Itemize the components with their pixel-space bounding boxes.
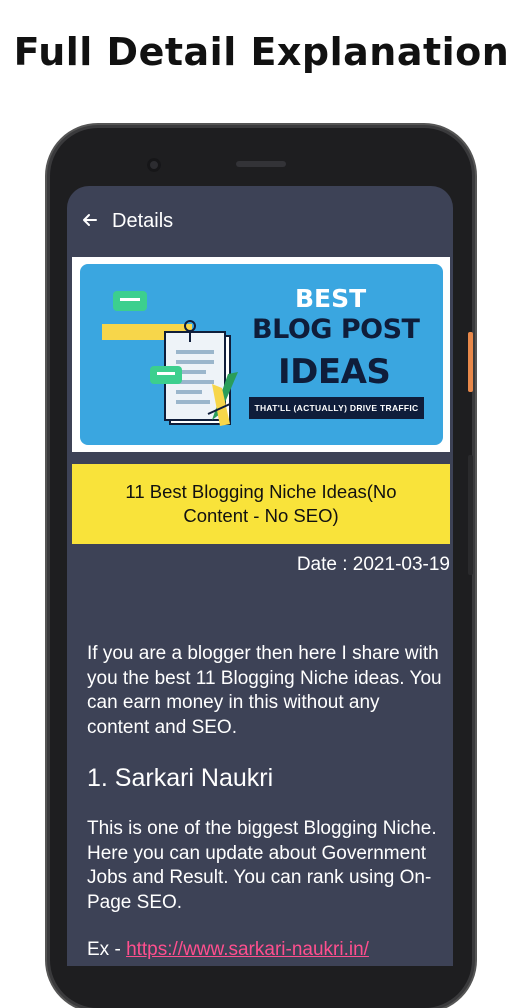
page-title: Details [112,210,174,232]
app-screen: Details BEST BLOG POST IDEAS THAT'LL (AC… [67,186,453,966]
post-date: Date : 2021-03-19 [296,554,450,575]
power-button [468,332,473,392]
banner-headline-blog-post: BLOG POST [252,314,420,345]
example-line: Ex - https://www.sarkari-naukri.in/ [87,939,447,961]
promo-heading: Full Detail Explanation [13,30,510,74]
arrow-left-icon[interactable] [80,210,100,230]
post-title: 11 Best Blogging Niche Ideas(No Content … [125,481,397,526]
post-title-box: 11 Best Blogging Niche Ideas(No Content … [72,464,450,544]
volume-button [468,455,473,575]
section-paragraph: This is one of the biggest Blogging Nich… [87,818,437,913]
post-banner-image: BEST BLOG POST IDEAS THAT'LL (ACTUALLY) … [72,257,450,452]
earpiece-speaker [236,161,286,167]
example-prefix: Ex - [87,939,127,960]
example-link[interactable]: https://www.sarkari-naukri.in/ [126,939,369,960]
section-heading: 1. Sarkari Naukri [87,764,274,792]
intro-paragraph: If you are a blogger then here I share w… [87,643,442,738]
post-body: If you are a blogger then here I share w… [87,642,447,961]
app-bar: Details [67,186,453,256]
clipboard-illustration-icon [102,291,238,426]
front-camera [147,158,161,172]
banner-headline-best: BEST [295,284,367,313]
banner-headline-ideas: IDEAS [278,352,391,392]
banner-tagline: THAT'LL (ACTUALLY) DRIVE TRAFFIC [249,397,424,419]
